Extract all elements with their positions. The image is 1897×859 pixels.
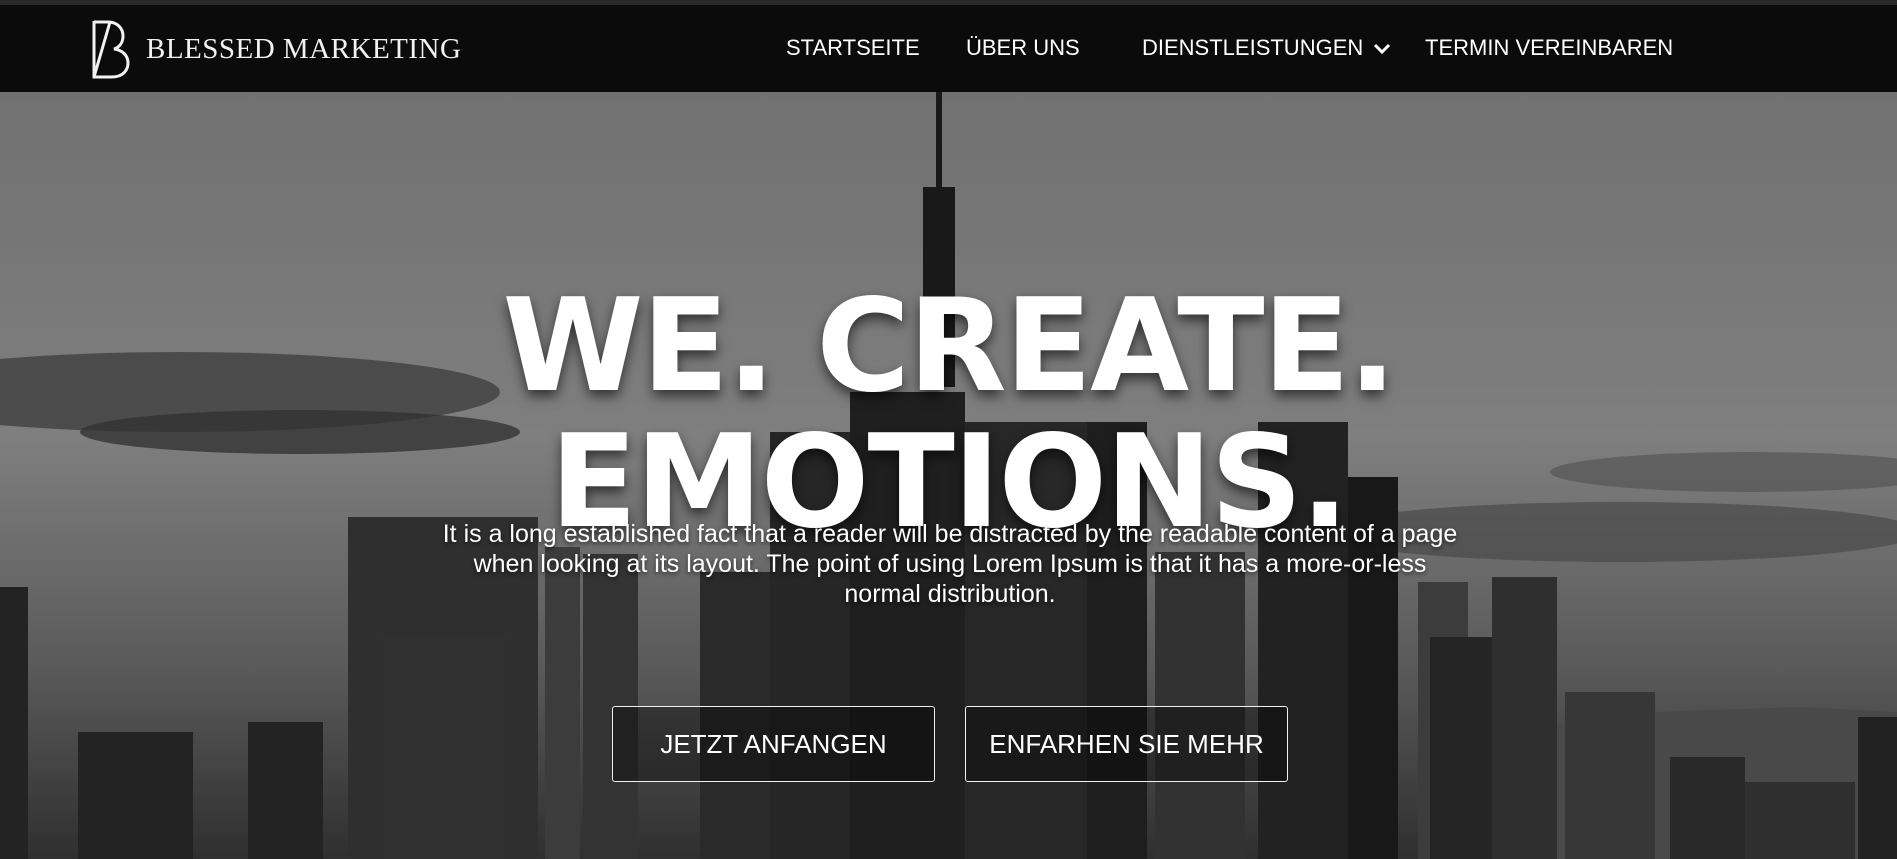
top-navigation-bar: BLESSED MARKETING STARTSEITE ÜBER UNS DI… — [0, 0, 1897, 92]
nav-item-label: DIENSTLEISTUNGEN — [1142, 35, 1364, 60]
nav-item-label: TERMIN VEREINBAREN — [1425, 35, 1674, 60]
get-started-button[interactable]: JETZT ANFANGEN — [612, 706, 935, 782]
hero-headline-line1: WE. CREATE. — [502, 271, 1396, 421]
nav-item-dienstleistungen[interactable]: DIENSTLEISTUNGEN — [1142, 35, 1391, 61]
nav-item-label: ÜBER UNS — [966, 35, 1080, 60]
learn-more-button[interactable]: ENFARHEN SIE MEHR — [965, 706, 1288, 782]
nav-item-termin-vereinbaren[interactable]: TERMIN VEREINBAREN — [1425, 35, 1673, 61]
nav-item-startseite[interactable]: STARTSEITE — [786, 35, 920, 61]
nav-item-ueber-uns[interactable]: ÜBER UNS — [966, 35, 1080, 61]
main-nav: STARTSEITE ÜBER UNS DIENSTLEISTUNGEN TER… — [0, 5, 1897, 92]
nav-item-label: STARTSEITE — [786, 35, 920, 60]
chevron-down-icon — [1373, 35, 1391, 61]
hero-description: It is a long established fact that a rea… — [442, 520, 1458, 608]
